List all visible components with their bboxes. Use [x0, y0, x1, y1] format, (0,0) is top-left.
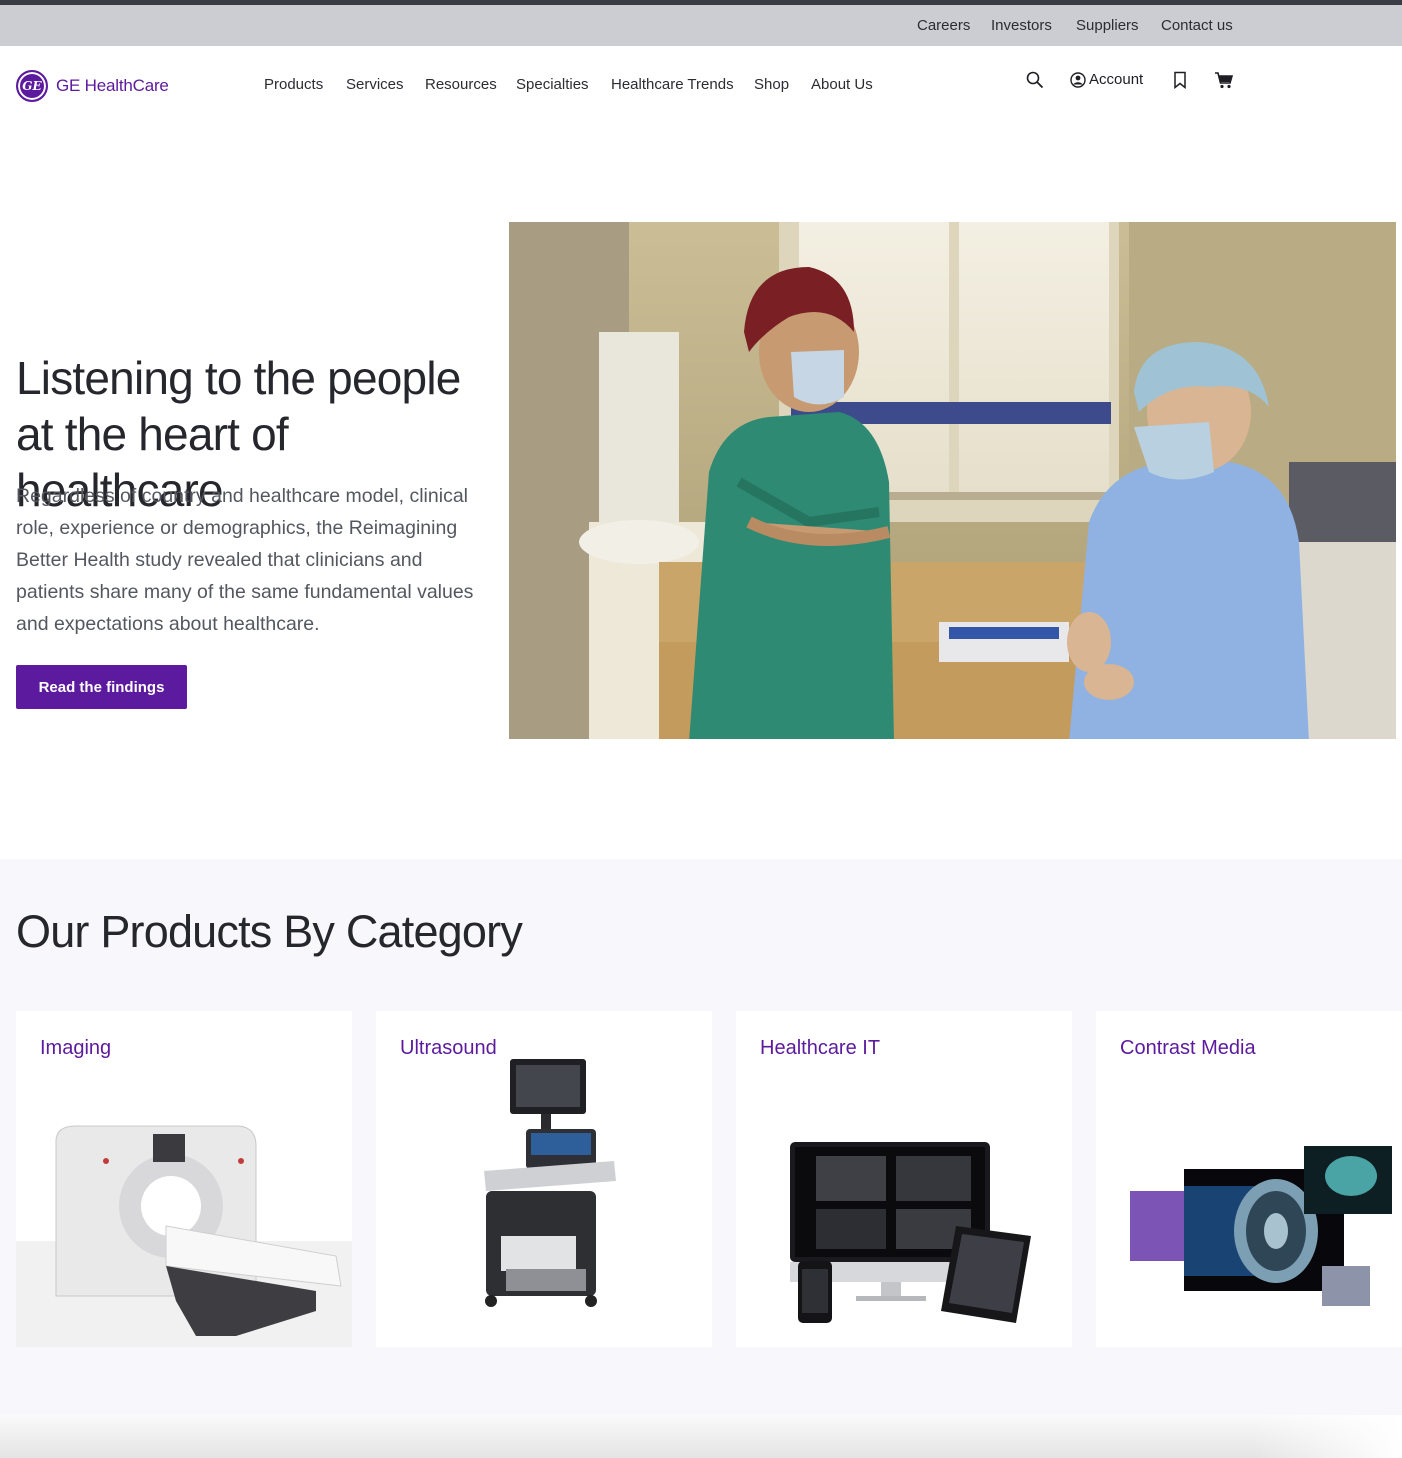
- clinicians-talking-illustration: [509, 222, 1396, 739]
- products-section-title: Our Products By Category: [16, 906, 523, 957]
- bottom-fade: [0, 1415, 1402, 1458]
- nav-item-resources[interactable]: Resources: [425, 76, 497, 93]
- search-icon[interactable]: [1025, 70, 1045, 90]
- cart-icon[interactable]: [1214, 70, 1234, 90]
- healthcare-it-devices-image: [790, 1142, 1031, 1323]
- nav-item-about-us[interactable]: About Us: [811, 76, 873, 93]
- nav-item-healthcare-trends[interactable]: Healthcare Trends: [611, 76, 734, 93]
- brand-logo[interactable]: GE GE HealthCare: [16, 70, 169, 102]
- utility-link-investors[interactable]: Investors: [991, 17, 1052, 34]
- utility-link-contact-us[interactable]: Contact us: [1161, 17, 1233, 34]
- hero-description: Regardless of country and healthcare mod…: [16, 485, 474, 635]
- ge-monogram-icon: GE: [16, 70, 48, 102]
- nav-item-specialties[interactable]: Specialties: [516, 76, 589, 93]
- bookmark-icon[interactable]: [1170, 70, 1190, 90]
- account-button[interactable]: Account: [1070, 71, 1143, 88]
- category-card-label: Imaging: [40, 1037, 112, 1059]
- ultrasound-machine-image: [484, 1059, 616, 1307]
- nav-item-products[interactable]: Products: [264, 76, 323, 93]
- category-card-healthcare-it[interactable]: Healthcare IT: [736, 1011, 1072, 1347]
- nav-item-shop[interactable]: Shop: [754, 76, 789, 93]
- utility-bar: Careers Investors Suppliers Contact us: [0, 5, 1402, 46]
- read-findings-button[interactable]: Read the findings: [16, 665, 187, 709]
- category-card-contrast-media[interactable]: Contrast Media: [1096, 1011, 1402, 1347]
- utility-link-suppliers[interactable]: Suppliers: [1076, 17, 1139, 34]
- category-card-label: Ultrasound: [400, 1037, 497, 1059]
- hero-video[interactable]: [509, 222, 1396, 739]
- brand-name: GE HealthCare: [56, 76, 169, 95]
- account-label: Account: [1089, 71, 1144, 88]
- category-card-label: Contrast Media: [1120, 1037, 1256, 1059]
- utility-link-careers[interactable]: Careers: [917, 17, 970, 34]
- user-circle-icon: [1070, 71, 1086, 88]
- ct-scanner-image: [16, 1125, 352, 1347]
- main-header: GE GE HealthCare Products Services Resou…: [0, 46, 1402, 126]
- category-card-ultrasound[interactable]: Ultrasound: [376, 1011, 712, 1347]
- nav-item-services[interactable]: Services: [346, 76, 404, 93]
- category-card-imaging[interactable]: Imaging: [16, 1011, 352, 1347]
- category-card-label: Healthcare IT: [760, 1037, 881, 1059]
- contrast-scan-images: [1130, 1146, 1392, 1306]
